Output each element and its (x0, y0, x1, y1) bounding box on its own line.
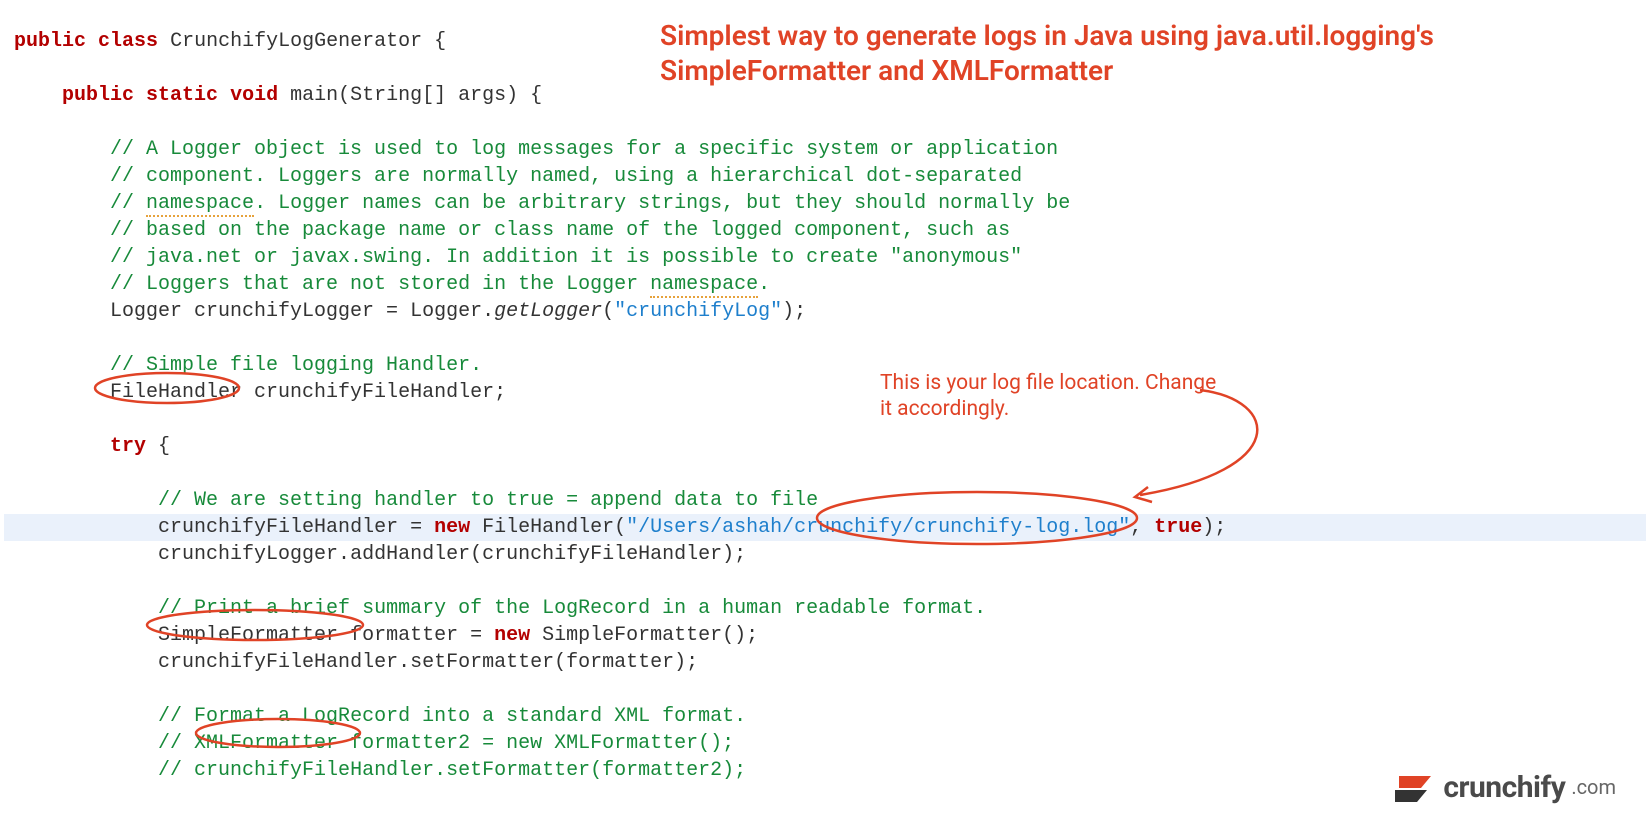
class-name: CrunchifyLogGenerator (170, 30, 422, 53)
filehandler-decl: FileHandler crunchifyFileHandler; (110, 381, 506, 404)
kw-class: class (98, 30, 158, 53)
kw-void: void (230, 84, 278, 107)
comment: // We are setting handler to true = appe… (158, 489, 818, 512)
comment: // component. Loggers are normally named… (110, 165, 1022, 188)
log-path-string: "/Users/ashah/crunchify/crunchify-log.lo… (626, 516, 1130, 539)
set-formatter: crunchifyFileHandler.setFormatter(format… (158, 651, 698, 674)
logger-decl-a: Logger crunchifyLogger = Logger. (110, 300, 494, 323)
logo-brand-text: crunchify (1443, 768, 1565, 809)
string-literal: "crunchifyLog" (614, 300, 782, 323)
comment: // Print a brief summary of the LogRecor… (158, 597, 986, 620)
kw-public: public (14, 30, 86, 53)
comment: // crunchifyFileHandler.setFormatter(for… (158, 759, 746, 782)
kw-true: true (1154, 516, 1202, 539)
brace: { (422, 30, 446, 53)
args-close: ) { (506, 84, 542, 107)
args-name: args (458, 84, 506, 107)
logo-tld-text: .com (1571, 774, 1616, 801)
comment: // java.net or javax.swing. In addition … (110, 246, 1022, 269)
args-open: (String[] (338, 84, 458, 107)
kw-try: try (110, 435, 146, 458)
method-main: main (290, 84, 338, 107)
comment: // Simple file logging Handler. (110, 354, 482, 377)
comment: // A Logger object is used to log messag… (110, 138, 1058, 161)
comment: // XMLFormatter formatter2 = new XMLForm… (158, 732, 734, 755)
method-getlogger: getLogger (494, 300, 602, 323)
comment: // Loggers that are not stored in the Lo… (110, 273, 770, 298)
title-annotation: Simplest way to generate logs in Java us… (660, 18, 1620, 88)
comment: // Format a LogRecord into a standard XM… (158, 705, 746, 728)
comment: // namespace. Logger names can be arbitr… (110, 192, 1070, 217)
crunchify-logo-icon (1393, 770, 1435, 806)
kw-static: static (146, 84, 218, 107)
kw-new: new (494, 624, 530, 647)
comment: // based on the package name or class na… (110, 219, 1010, 242)
spell-underline: namespace (146, 192, 254, 217)
kw-new: new (434, 516, 470, 539)
note-annotation: This is your log file location. Change i… (880, 370, 1230, 423)
highlighted-line: crunchifyFileHandler = new FileHandler("… (4, 514, 1646, 541)
add-handler: crunchifyLogger.addHandler(crunchifyFile… (158, 543, 746, 566)
kw-public: public (62, 84, 134, 107)
spell-underline: namespace (650, 273, 758, 298)
crunchify-logo: crunchify.com (1393, 768, 1616, 809)
code-block: public class CrunchifyLogGenerator { pub… (0, 0, 1646, 794)
